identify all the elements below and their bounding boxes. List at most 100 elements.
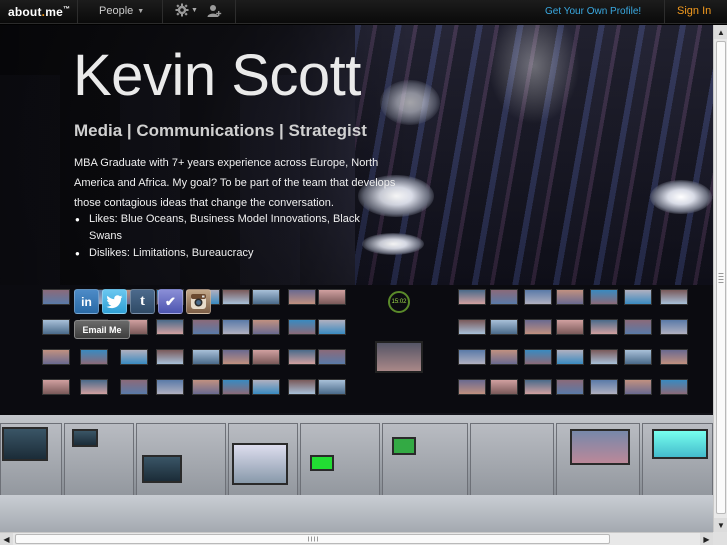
scroll-down-arrow-icon[interactable]: ▼ (714, 518, 727, 532)
add-contact-button[interactable] (206, 3, 222, 22)
vertical-scrollbar[interactable]: ▲ ▼ (713, 25, 727, 532)
wall-monitor (156, 349, 184, 365)
wall-monitor (458, 319, 486, 335)
wall-monitor (120, 349, 148, 365)
wall-monitor (458, 379, 486, 395)
wall-monitor (490, 349, 518, 365)
wall-monitor (624, 289, 652, 305)
wall-monitor (222, 319, 250, 335)
about-me-logo[interactable]: about.me™ (8, 5, 70, 19)
people-menu-label: People (99, 5, 134, 17)
wall-monitor (524, 349, 552, 365)
control-desk (0, 495, 713, 532)
gear-icon (175, 3, 189, 17)
logo-suffix: me (45, 4, 63, 19)
console-screen (570, 429, 630, 465)
wall-monitor (524, 319, 552, 335)
camera-icon (191, 294, 206, 309)
wall-monitor (42, 379, 70, 395)
top-navigation-bar: about.me™ People ▼ ▼ Get Your Own Profil… (0, 0, 727, 24)
console-screen (72, 429, 98, 447)
scrollbar-corner (713, 532, 727, 545)
email-me-button[interactable]: Email Me (74, 320, 130, 339)
instagram-icon[interactable] (186, 289, 211, 314)
wall-monitor (556, 379, 584, 395)
vertical-scroll-thumb[interactable] (716, 41, 726, 514)
wall-monitor (624, 319, 652, 335)
dislikes-item: Dislikes: Limitations, Bureaucracy (74, 245, 364, 262)
wall-monitor (556, 349, 584, 365)
wall-monitor (590, 349, 618, 365)
wall-monitor (490, 319, 518, 335)
wall-monitor (590, 379, 618, 395)
wall-monitor (318, 319, 346, 335)
add-user-icon (207, 5, 222, 17)
wall-monitor (590, 319, 618, 335)
wall-monitor (252, 319, 280, 335)
wall-monitor (458, 349, 486, 365)
logo-trademark: ™ (62, 5, 71, 13)
wall-monitor (156, 379, 184, 395)
likes-item: Likes: Blue Oceans, Business Model Innov… (74, 211, 364, 245)
wall-monitor (252, 379, 280, 395)
wall-monitor (192, 379, 220, 395)
wall-monitor (42, 319, 70, 335)
wall-monitor (490, 289, 518, 305)
settings-menu[interactable]: ▼ (175, 3, 198, 17)
wall-monitor (556, 319, 584, 335)
social-links: in t ✔ (74, 289, 211, 314)
people-menu[interactable]: People ▼ (99, 5, 144, 17)
sign-in-link[interactable]: Sign In (677, 5, 711, 17)
twitter-icon[interactable] (102, 289, 127, 314)
foursquare-icon[interactable]: ✔ (158, 289, 183, 314)
wall-monitor (318, 379, 346, 395)
scroll-up-arrow-icon[interactable]: ▲ (714, 25, 727, 39)
wall-monitor (222, 289, 250, 305)
linkedin-icon[interactable]: in (74, 289, 99, 314)
wall-monitor (624, 349, 652, 365)
wall-clock: 15:02 (388, 291, 410, 313)
wall-monitor (288, 379, 316, 395)
wall-monitor (624, 379, 652, 395)
console-screen (392, 437, 416, 455)
ceiling-lamp (650, 180, 712, 214)
wall-monitor (156, 319, 184, 335)
wall-monitor (192, 319, 220, 335)
console-screen (310, 455, 334, 471)
profile-name: Kevin Scott (73, 43, 361, 108)
profile-bio: MBA Graduate with 7+ years experience ac… (74, 157, 396, 209)
wall-monitor (288, 289, 316, 305)
wall-monitor (192, 349, 220, 365)
wall-monitor (42, 289, 70, 305)
horizontal-scroll-thumb[interactable] (15, 534, 610, 544)
wall-monitor (590, 289, 618, 305)
wall-monitor (490, 379, 518, 395)
wall-monitor (660, 289, 688, 305)
twitter-bird-icon (106, 294, 123, 308)
wall-monitor (252, 289, 280, 305)
wall-monitor (660, 319, 688, 335)
console-unit (470, 423, 554, 503)
scroll-left-arrow-icon[interactable]: ◀ (0, 533, 13, 545)
console-unit (382, 423, 468, 503)
wall-monitor (660, 349, 688, 365)
central-monitor (375, 341, 423, 373)
wall-monitor (80, 379, 108, 395)
console-screen (652, 429, 708, 459)
wall-monitor (222, 379, 250, 395)
wall-monitor (318, 349, 346, 365)
caret-down-icon: ▼ (191, 6, 198, 14)
horizontal-scrollbar[interactable]: ◀ ▶ (0, 532, 713, 545)
wall-monitor (222, 349, 250, 365)
wall-monitor (42, 349, 70, 365)
wall-monitor (252, 349, 280, 365)
logo-text: about (8, 4, 42, 19)
profile-headline: Media | Communications | Strategist (74, 121, 367, 140)
console-screen (142, 455, 182, 483)
tumblr-icon[interactable]: t (130, 289, 155, 314)
get-your-own-profile-link[interactable]: Get Your Own Profile! (545, 6, 641, 17)
scroll-right-arrow-icon[interactable]: ▶ (700, 533, 713, 545)
console-screen (2, 427, 48, 461)
nav-divider (77, 0, 78, 24)
nav-divider (162, 0, 163, 24)
